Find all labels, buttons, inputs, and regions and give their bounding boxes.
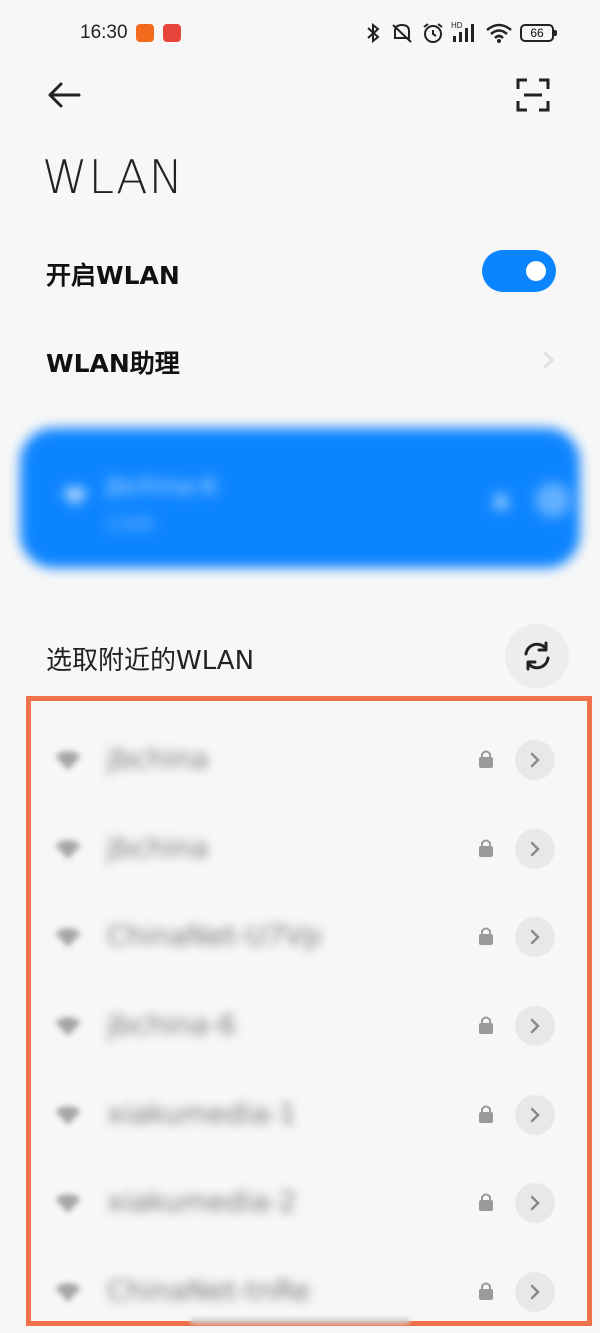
network-ssid: xiakumedia-1 [107,1097,297,1130]
connected-ssid: jbchina-6 [106,472,217,500]
scan-icon[interactable] [516,78,550,112]
refresh-button[interactable] [505,624,569,688]
network-details-button[interactable] [515,1183,555,1223]
wifi-signal-icon [55,751,81,770]
network-row[interactable]: ChinaNet-tnRe [31,1256,587,1326]
status-bar: 16:30 HD 66 [0,0,600,66]
network-details-button[interactable] [515,740,555,780]
network-row[interactable]: jbchina-6 [31,990,587,1060]
network-ssid: jbchina [107,742,209,775]
lock-icon [479,750,493,768]
chevron-right-icon [530,841,540,857]
lock-icon [479,927,493,945]
network-ssid: xiakumedia-2 [107,1185,297,1218]
network-details-button[interactable] [515,1272,555,1312]
network-ssid: ChinaNet-U7Vp [107,919,322,952]
wifi-signal-icon [55,1106,81,1125]
network-row[interactable]: jbchina [31,724,587,794]
chevron-right-icon [530,1284,540,1300]
app-notification-icon [163,24,181,42]
enable-wlan-label: 开启WLAN [46,261,180,290]
chevron-right-icon [542,350,555,370]
lock-icon [479,1282,493,1300]
nearby-networks-title: 选取附近的WLAN [46,646,255,676]
lock-icon [479,1193,493,1211]
network-details-button[interactable] [515,1006,555,1046]
chevron-right-icon [530,1018,540,1034]
svg-text:HD: HD [451,21,463,30]
network-row[interactable]: jbchina [31,813,587,883]
connected-network-card[interactable]: jbchina-6 已连接 [20,428,580,568]
battery-indicator: 66 [520,24,557,42]
network-details-button[interactable] [515,917,555,957]
wifi-signal-icon [55,1017,81,1036]
network-row[interactable]: xiakumedia-2 [31,1167,587,1237]
connected-status: 已连接 [106,514,155,533]
network-row[interactable]: xiakumedia-1 [31,1079,587,1149]
network-details-button[interactable] [535,482,571,518]
lock-icon [494,491,508,509]
lock-icon [479,839,493,857]
chevron-right-icon [530,752,540,768]
wifi-signal-icon [55,1194,81,1213]
network-ssid: jbchina-6 [107,1008,237,1041]
chevron-right-icon [530,1195,540,1211]
network-details-button[interactable] [515,829,555,869]
refresh-icon [524,641,550,671]
mute-icon [392,23,412,43]
chevron-right-icon [530,1107,540,1123]
wifi-icon [486,23,512,43]
network-ssid: jbchina [107,831,209,864]
wifi-signal-icon [55,928,81,947]
page-title: WLAN [42,150,185,204]
status-time: 16:30 [80,22,128,43]
home-indicator [190,1318,410,1324]
wifi-signal-icon [55,840,81,859]
wifi-signal-icon [62,487,88,506]
lock-icon [479,1016,493,1034]
chevron-right-icon [530,929,540,945]
lock-icon [479,1105,493,1123]
wifi-signal-icon [55,1283,81,1302]
toggle-knob [526,261,546,281]
network-row[interactable]: ChinaNet-U7Vp [31,901,587,971]
wlan-toggle[interactable] [482,250,556,292]
bluetooth-icon [367,23,380,43]
mi-app-icon [136,24,154,42]
back-arrow-icon[interactable] [46,80,82,110]
hd-signal-icon: HD [451,21,474,42]
wlan-assistant-label: WLAN助理 [46,349,180,378]
nearby-networks-list: jbchina jbchina ChinaNet-U7Vp jbchina-6 xiak… [26,696,592,1326]
network-ssid: ChinaNet-tnRe [107,1274,311,1307]
network-details-button[interactable] [515,1095,555,1135]
alarm-icon [423,23,443,43]
